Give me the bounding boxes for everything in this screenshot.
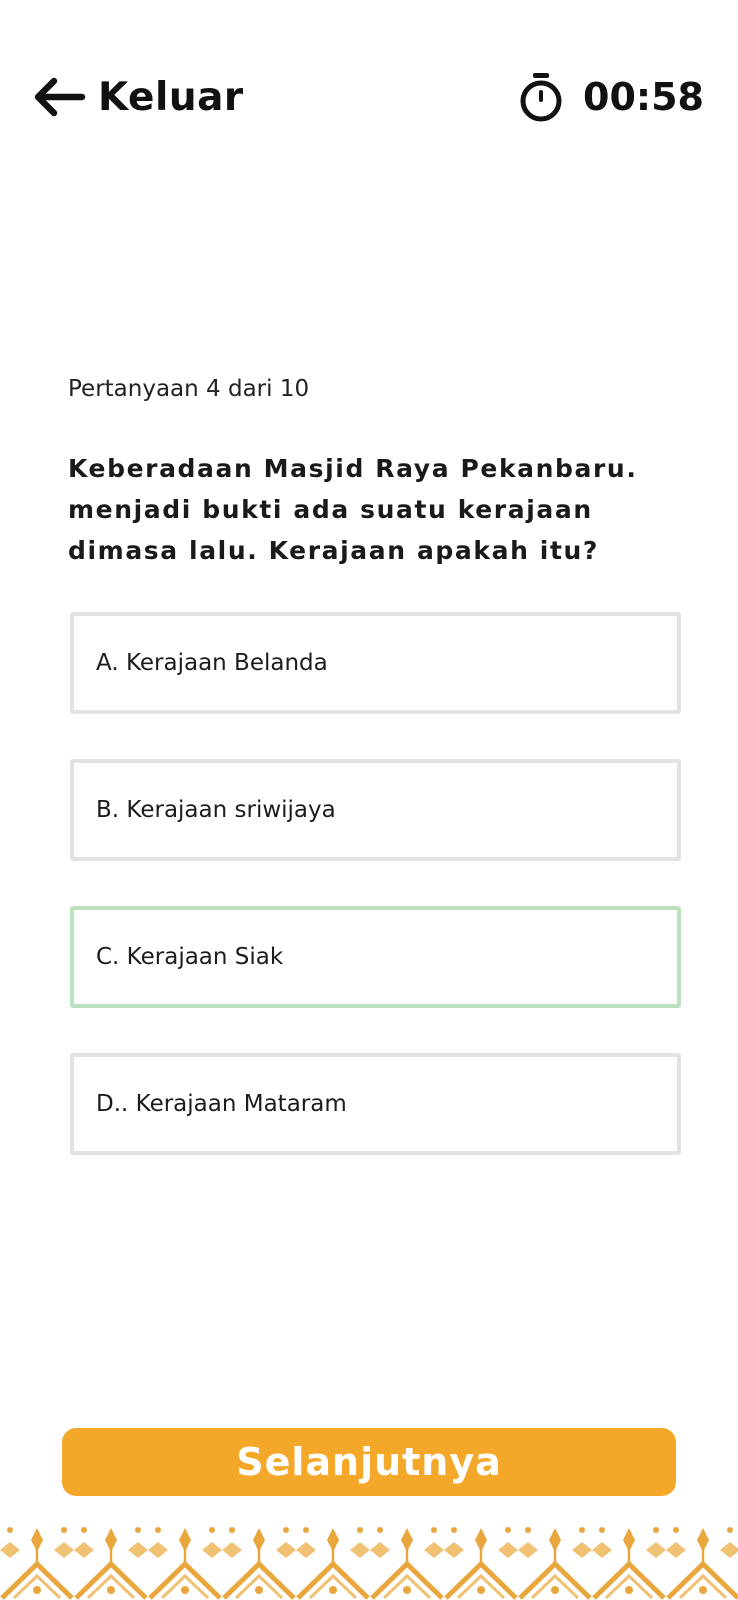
- option-label: D.. Kerajaan Mataram: [96, 1091, 347, 1117]
- option-c[interactable]: C. Kerajaan Siak: [70, 906, 681, 1008]
- option-label: A. Kerajaan Belanda: [96, 650, 328, 676]
- option-a[interactable]: A. Kerajaan Belanda: [70, 612, 681, 714]
- question-text: Keberadaan Masjid Raya Pekanbaru. menjad…: [68, 454, 638, 565]
- countdown-timer: 00:58: [519, 62, 704, 132]
- timer-value: 00:58: [583, 75, 704, 119]
- songket-ornament: [0, 1520, 738, 1600]
- exit-button[interactable]: Keluar: [30, 62, 244, 132]
- option-label: C. Kerajaan Siak: [96, 944, 284, 970]
- top-bar: Keluar 00:58: [0, 62, 738, 132]
- option-label: B. Kerajaan sriwijaya: [96, 797, 336, 823]
- option-d[interactable]: D.. Kerajaan Mataram: [70, 1053, 681, 1155]
- arrow-left-icon: [30, 75, 86, 119]
- next-button[interactable]: Selanjutnya: [62, 1428, 676, 1496]
- exit-label: Keluar: [98, 74, 244, 120]
- stopwatch-icon: [519, 71, 563, 123]
- question-counter: Pertanyaan 4 dari 10: [68, 376, 310, 402]
- answer-options: A. Kerajaan Belanda B. Kerajaan sriwijay…: [70, 612, 681, 1200]
- option-b[interactable]: B. Kerajaan sriwijaya: [70, 759, 681, 861]
